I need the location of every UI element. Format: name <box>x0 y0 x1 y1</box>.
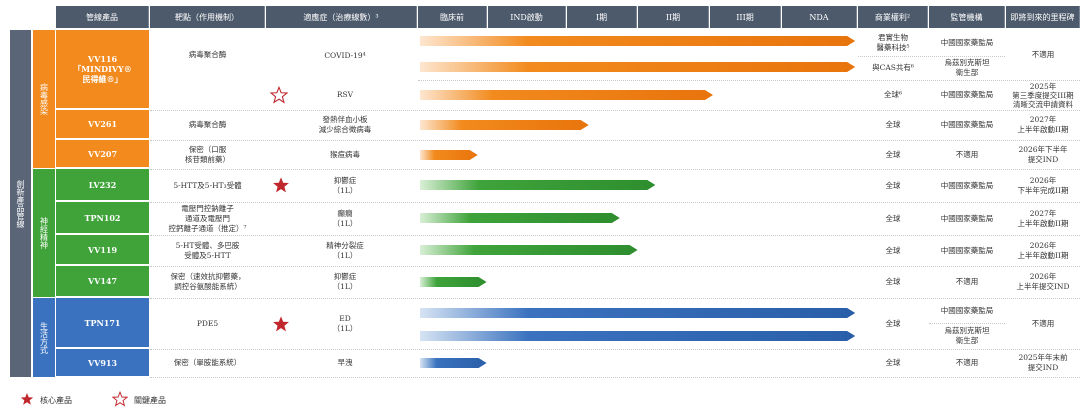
indication-cell: 早洩 <box>337 358 353 367</box>
regulator-cell: 中國國家藥監局 <box>940 245 994 255</box>
indication-cell: 發熱伴血小板 減少綜合徵病毒 <box>318 115 372 134</box>
header-indication: 適應症（治療線數）³ <box>266 6 417 28</box>
category-cns: 神經精神 <box>33 169 55 297</box>
target-cell: 病毒聚合酶 <box>188 50 227 59</box>
indication-cell: ED （1L） <box>332 313 358 333</box>
product-vv147: VV147 <box>56 266 149 297</box>
product-vv207: VV207 <box>56 140 149 168</box>
regulator-cell: 中國國家藥監局 <box>940 120 994 129</box>
progress-bar-row-7 <box>420 245 638 255</box>
indication-cell: 抑鬱症 （1L） <box>332 272 358 291</box>
key-product-star-icon <box>270 86 288 104</box>
rights-cell: 全球 <box>885 180 901 190</box>
regulator-cell: 不適用 <box>955 149 979 159</box>
header-preclinical: 臨床前 <box>418 6 487 28</box>
category-main: 創新產品管線 <box>10 30 31 377</box>
progress-bar-row-8 <box>420 277 487 287</box>
header-phase1: I期 <box>567 6 637 28</box>
target-cell: 保密（口服 核苷類前藥） <box>185 144 230 164</box>
progress-bar-row-5 <box>420 180 656 190</box>
rights-cell: 全球⁶ <box>883 90 902 99</box>
rights-cell: 全球 <box>885 358 901 367</box>
product-tpn171: TPN171 <box>56 298 149 348</box>
rights-cell: 與CAS共有⁶ <box>872 63 914 72</box>
rights-cell: 全球 <box>885 120 901 129</box>
header-target: 靶點（作用機制） <box>150 6 265 28</box>
category-lifestyle: 生活方式 <box>33 298 55 377</box>
legend-core-label: 核心產品 <box>40 396 72 405</box>
regulator-cell: 中國國家藥監局 <box>940 213 994 223</box>
row-divider <box>150 377 1080 378</box>
regulator-cell: 不適用 <box>955 358 979 367</box>
progress-bar-row-0 <box>420 36 856 46</box>
rights-cell: 全球 <box>885 318 901 328</box>
target-cell: 保密（單胺能系統） <box>173 358 242 367</box>
target-cell: PDE5 <box>196 318 219 328</box>
product-vv261: VV261 <box>56 110 149 139</box>
indication-cell: 精神分裂症 （1L） <box>326 240 364 260</box>
legend-key-star-icon <box>112 391 128 407</box>
progress-bar-row-1 <box>420 62 856 72</box>
target-cell: 5-HTT及5-HT₃受體 <box>173 180 242 190</box>
milestone-cell: 2026年 上半年提交IND <box>1016 272 1070 291</box>
progress-bar-row-3 <box>420 120 589 130</box>
regulator-cell: 中國國家藥監局 <box>940 180 994 190</box>
legend-key-label: 關鍵產品 <box>134 396 166 405</box>
rights-cell: 全球 <box>885 213 901 223</box>
header-nda: NDA <box>782 6 857 28</box>
milestone-cell: 不適用 <box>1031 318 1055 328</box>
header-ind: IND啟動 <box>488 6 566 28</box>
product-vv116: VV116 「MINDIVY® 民得維®」 <box>56 30 149 109</box>
target-cell: 電壓門控鈉離子 通道及電壓門 控鈣離子通道（推定）⁷ <box>168 203 247 233</box>
target-cell: 保密（速效抗抑鬱藥， 調控谷氨酸能系統） <box>170 272 246 291</box>
target-cell: 病毒聚合酶 <box>188 120 227 129</box>
progress-bar-row-11 <box>420 358 487 368</box>
rights-cell: 君實生物 醫藥科技⁵ <box>876 33 910 52</box>
core-product-star-icon <box>273 177 289 193</box>
indication-cell: RSV <box>336 90 354 99</box>
milestone-cell: 2027年 上半年啟動II期 <box>1017 115 1069 134</box>
milestone-cell: 2025年 第三季度提交III期 清晰交流申請資料 <box>1012 81 1074 109</box>
indication-cell: 猴痘病毒 <box>330 149 360 159</box>
rights-cell: 全球 <box>885 245 901 255</box>
milestone-cell: 2027年 上半年啟動II期 <box>1017 208 1069 228</box>
milestone-cell: 2026年 下半年完成II期 <box>1017 175 1069 195</box>
regulator-cell: 烏茲別克斯坦 衛生部 <box>944 326 990 345</box>
regulator-cell: 中國國家藥監局 <box>940 38 994 47</box>
regulator-cell: 不適用 <box>955 277 979 286</box>
product-vv913: VV913 <box>56 349 149 377</box>
progress-bar-row-9 <box>420 308 856 318</box>
header-regulator: 監管機構 <box>929 6 1005 28</box>
product-vv119: VV119 <box>56 235 149 265</box>
indication-cell: 抑鬱症 （1L） <box>332 175 358 195</box>
milestone-cell: 2026年下半年 提交IND <box>1018 144 1068 164</box>
progress-bar-row-10 <box>420 331 856 341</box>
milestone-cell: 不適用 <box>1031 50 1055 59</box>
product-tpn102: TPN102 <box>56 202 149 234</box>
indication-cell: COVID-19⁴ <box>324 51 366 60</box>
progress-bar-row-6 <box>420 213 620 223</box>
target-cell: 5-HT受體、多巴胺 受體及5-HTT <box>175 240 240 260</box>
milestone-cell: 2026年 上半年啟動II期 <box>1017 240 1069 260</box>
progress-bar-row-4 <box>420 150 478 160</box>
header-phase2: II期 <box>638 6 709 28</box>
rights-cell: 全球 <box>885 277 901 286</box>
indication-cell: 癲癇 （1L） <box>332 208 358 228</box>
progress-bar-row-2 <box>420 90 714 100</box>
header-product: 管線產品 <box>56 6 149 28</box>
core-product-star-icon <box>273 316 289 332</box>
header-phase3: III期 <box>710 6 781 28</box>
rights-cell: 全球 <box>885 149 901 159</box>
legend-core-star-icon <box>20 393 34 405</box>
product-lv232: LV232 <box>56 169 149 201</box>
regulator-cell: 中國國家藥監局 <box>940 90 994 99</box>
category-virus: 病毒感染 <box>33 30 55 168</box>
header-milestone: 即將到來的里程碑 <box>1006 6 1080 28</box>
regulator-cell: 中國國家藥監局 <box>940 305 994 315</box>
header-rights: 商業權利² <box>858 6 928 28</box>
milestone-cell: 2025年年末前 提交IND <box>1018 353 1068 372</box>
regulator-cell: 烏茲別克斯坦 衛生部 <box>944 58 990 77</box>
